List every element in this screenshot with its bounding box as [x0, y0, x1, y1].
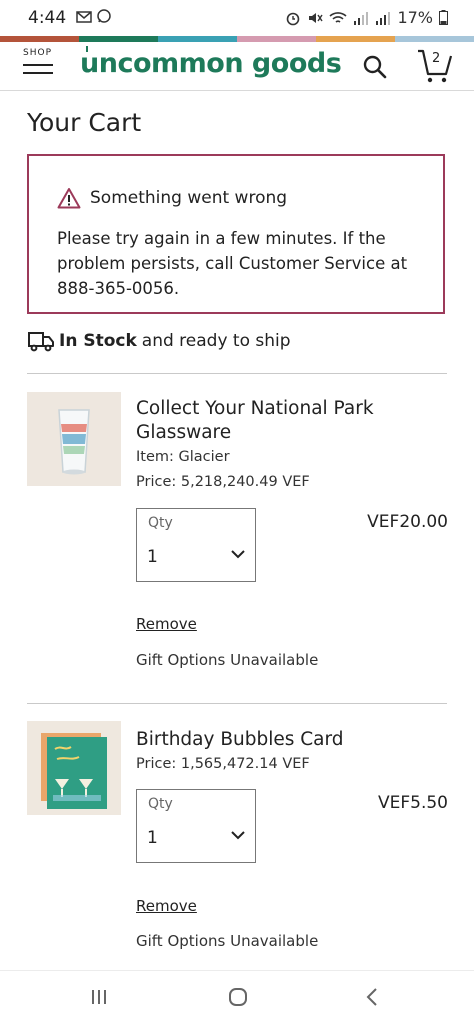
product-unit-price: Price: 1,565,472.14 VEF	[136, 756, 310, 772]
hamburger-icon	[23, 64, 53, 80]
home-icon[interactable]	[223, 985, 253, 1009]
product-image[interactable]	[27, 721, 121, 815]
status-right: 17%	[285, 8, 448, 27]
back-icon[interactable]	[358, 985, 388, 1009]
mail-icon	[76, 11, 92, 23]
status-time: 4:44	[28, 8, 67, 28]
warning-icon	[57, 188, 81, 209]
whatsapp-icon	[97, 9, 112, 23]
product-name[interactable]: Collect Your National Park Glassware	[136, 397, 426, 445]
truck-icon	[28, 332, 54, 352]
divider	[27, 373, 447, 374]
quantity-select[interactable]: Qty 1	[136, 508, 256, 582]
product-unit-price: Price: 5,218,240.49 VEF	[136, 474, 310, 490]
chevron-down-icon	[231, 831, 245, 840]
error-alert: Something went wrong Please try again in…	[27, 154, 445, 314]
system-nav-bar	[0, 970, 474, 1026]
quantity-select[interactable]: Qty 1	[136, 789, 256, 863]
stock-status: In Stock	[59, 331, 137, 351]
cart-count: 2	[432, 51, 441, 66]
gift-options-status: Gift Options Unavailable	[136, 932, 319, 950]
remove-link[interactable]: Remove	[136, 615, 197, 633]
alarm-icon	[287, 12, 300, 25]
product-option: Item: Glacier	[136, 449, 230, 465]
shipping-status: In Stock and ready to ship	[27, 330, 291, 352]
gift-options-status: Gift Options Unavailable	[136, 651, 319, 669]
alert-message: Please try again in a few minutes. If th…	[57, 229, 408, 298]
birthday-card-image	[27, 721, 121, 815]
status-bar: 4:44 17%	[0, 0, 474, 36]
line-total: VEF20.00	[367, 512, 448, 532]
cart-button[interactable]: 2	[416, 46, 454, 86]
qty-value: 1	[147, 828, 158, 848]
site-logo[interactable]: uncommon goods	[80, 48, 342, 79]
product-name[interactable]: Birthday Bubbles Card	[136, 728, 426, 752]
mute-icon	[309, 12, 324, 23]
notification-icons	[76, 8, 112, 28]
remove-link[interactable]: Remove	[136, 897, 197, 915]
signal-icon	[354, 11, 369, 25]
alert-title: Something went wrong	[90, 188, 288, 208]
battery-icon	[439, 10, 448, 25]
wifi-icon	[329, 11, 347, 23]
signal-icon	[376, 11, 391, 25]
qty-label: Qty	[148, 796, 173, 812]
qty-value: 1	[147, 547, 158, 567]
product-image[interactable]	[27, 392, 121, 486]
shop-label: SHOP	[23, 48, 52, 58]
line-total: VEF5.50	[377, 793, 448, 813]
chevron-down-icon	[231, 550, 245, 559]
page-title: Your Cart	[27, 108, 142, 137]
battery-percent: 17%	[397, 8, 433, 27]
divider	[27, 703, 447, 704]
site-header: SHOP uncommon goods 2	[0, 42, 474, 91]
stock-status-detail: and ready to ship	[141, 331, 291, 351]
recent-apps-icon[interactable]	[84, 985, 114, 1009]
qty-label: Qty	[148, 515, 173, 531]
search-icon[interactable]	[362, 54, 388, 80]
glassware-image	[27, 392, 121, 486]
